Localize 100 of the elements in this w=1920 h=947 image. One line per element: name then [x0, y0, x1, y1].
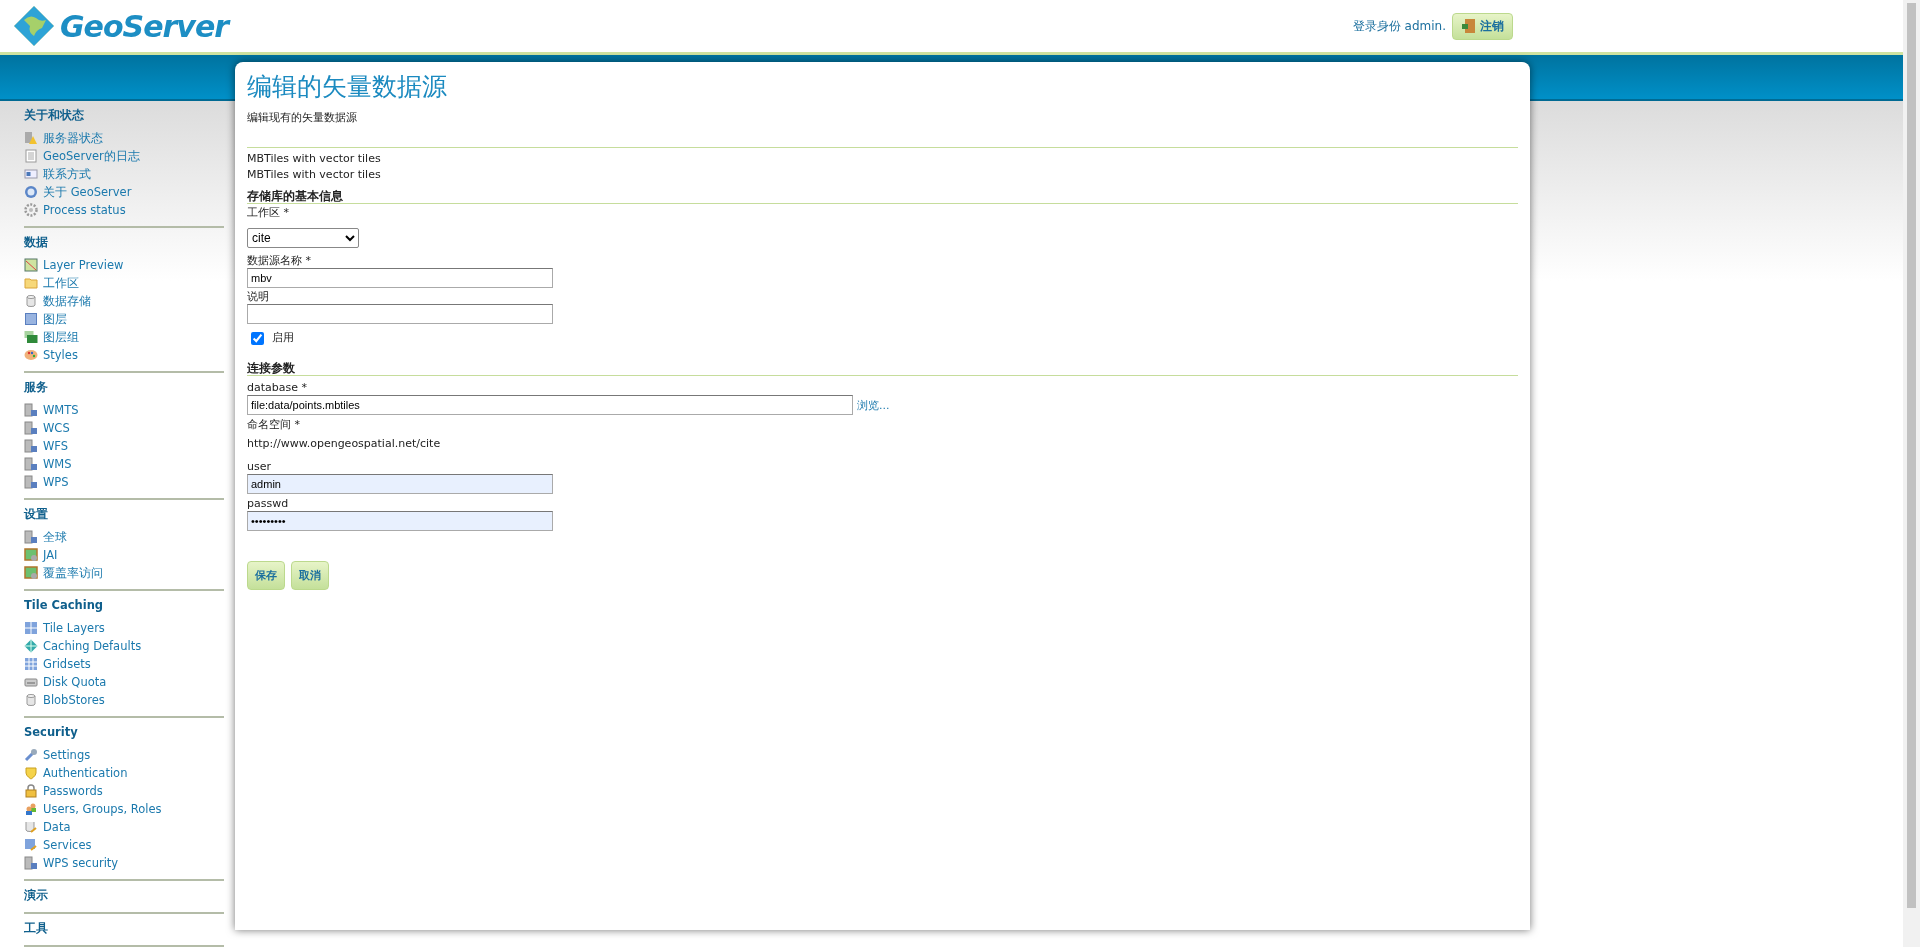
- server-icon: [24, 475, 38, 489]
- sidebar-link[interactable]: Gridsets: [24, 655, 224, 673]
- sidebar-link[interactable]: WPS security: [24, 854, 224, 872]
- field-label: 说明: [247, 290, 270, 304]
- field-label: user: [247, 460, 272, 474]
- map-icon: [24, 258, 38, 272]
- server-icon: [24, 403, 38, 417]
- server-icon: [24, 421, 38, 435]
- save-button[interactable]: 保存: [247, 561, 285, 590]
- sidebar-link[interactable]: 图层组: [24, 328, 224, 346]
- sidebar-link[interactable]: GeoServer的日志: [24, 147, 224, 165]
- sidebar-heading: 工具: [24, 920, 49, 936]
- sidebar-heading: 关于和状态: [24, 107, 85, 123]
- name-input[interactable]: mbv: [247, 268, 553, 288]
- sidebar-heading: Tile Caching: [24, 597, 105, 613]
- sidebar-link[interactable]: 图层: [24, 310, 224, 328]
- sidebar-link[interactable]: Styles: [24, 346, 224, 364]
- sidebar-link[interactable]: WPS: [24, 473, 224, 491]
- server-icon: [24, 439, 38, 453]
- users-icon: [24, 802, 38, 816]
- page-title: 编辑的矢量数据源: [247, 71, 448, 103]
- sidebar-link[interactable]: 联系方式: [24, 165, 224, 183]
- contact-card-icon: [24, 167, 38, 181]
- sidebar-link[interactable]: BlobStores: [24, 691, 224, 709]
- server-icon: [24, 856, 38, 870]
- layers-icon: [24, 330, 38, 344]
- store-type: MBTiles with vector tiles: [247, 151, 382, 167]
- help-icon: [24, 185, 38, 199]
- page-description: 编辑现有的矢量数据源: [247, 110, 358, 125]
- sidebar-heading: 服务: [24, 379, 49, 395]
- document-icon: [24, 149, 38, 163]
- sidebar-link[interactable]: 数据存储: [24, 292, 224, 310]
- picture-icon: [24, 548, 38, 562]
- browse-link[interactable]: 浏览...: [857, 397, 890, 413]
- server-icon: [24, 530, 38, 544]
- field-label: passwd: [247, 497, 290, 511]
- server-icon: [24, 457, 38, 471]
- scrollbar-thumb[interactable]: [1907, 3, 1916, 908]
- cylinder-icon: [24, 294, 38, 308]
- lock-icon: [24, 784, 38, 798]
- shield-icon: [24, 766, 38, 780]
- sidebar-link[interactable]: WMS: [24, 455, 224, 473]
- sidebar-link[interactable]: Authentication: [24, 764, 224, 782]
- sidebar-link[interactable]: 服务器状态: [24, 129, 224, 147]
- folder-icon: [24, 276, 38, 290]
- picture-icon: [24, 566, 38, 580]
- palette-icon: [24, 348, 38, 362]
- field-label: 工作区 *: [247, 206, 290, 220]
- sidebar-link[interactable]: Data: [24, 818, 224, 836]
- sidebar-heading: 数据: [24, 234, 49, 250]
- grid-icon: [24, 657, 38, 671]
- sidebar-link[interactable]: Disk Quota: [24, 673, 224, 691]
- sidebar-heading: Security: [24, 724, 79, 740]
- cylinder-icon: [24, 693, 38, 707]
- sidebar-link[interactable]: 覆盖率访问: [24, 564, 224, 582]
- sidebar-link[interactable]: WFS: [24, 437, 224, 455]
- text-input[interactable]: admin: [247, 474, 553, 494]
- server-warning-icon: [24, 131, 38, 145]
- globe-logo-icon: [12, 4, 56, 48]
- section-heading: 连接参数: [247, 361, 1518, 376]
- section-heading: 存储库的基本信息: [247, 189, 1518, 204]
- square-icon: [24, 312, 38, 326]
- file-path-input[interactable]: file:data/points.mbtiles: [247, 395, 853, 415]
- cylinder-key-icon: [24, 820, 38, 834]
- cancel-button[interactable]: 取消: [291, 561, 329, 590]
- sidebar-link[interactable]: WCS: [24, 419, 224, 437]
- sidebar-link[interactable]: Passwords: [24, 782, 224, 800]
- disk-drive-icon: [24, 675, 38, 689]
- field-label: 命名空间 *: [247, 418, 301, 432]
- sidebar-link[interactable]: Tile Layers: [24, 619, 224, 637]
- gear-icon: [24, 203, 38, 217]
- square-key-icon: [24, 838, 38, 852]
- sidebar-link[interactable]: Users, Groups, Roles: [24, 800, 224, 818]
- scrollbar[interactable]: [1903, 0, 1920, 947]
- sidebar-link[interactable]: 工作区: [24, 274, 224, 292]
- namespace-value: http://www.opengeospatial.net/cite: [247, 436, 442, 452]
- enabled-checkbox[interactable]: [251, 331, 264, 345]
- sidebar-link[interactable]: JAI: [24, 546, 224, 564]
- sidebar-heading: 设置: [24, 506, 49, 522]
- login-status: 登录身份 admin.: [1352, 17, 1446, 35]
- sidebar-link[interactable]: Caching Defaults: [24, 637, 224, 655]
- sidebar-link[interactable]: Layer Preview: [24, 256, 224, 274]
- store-description: MBTiles with vector tiles: [247, 167, 382, 183]
- checkbox-label: 启用: [272, 331, 294, 345]
- sidebar-heading: 演示: [24, 887, 49, 903]
- description-input[interactable]: [247, 304, 553, 324]
- sidebar-link[interactable]: Process status: [24, 201, 224, 219]
- text-input[interactable]: •••••••••: [247, 511, 553, 531]
- sidebar-link[interactable]: 全球: [24, 528, 224, 546]
- logo-text: GeoServer: [60, 8, 229, 44]
- field-label: database *: [247, 381, 308, 395]
- sidebar-link[interactable]: Settings: [24, 746, 224, 764]
- logout-button[interactable]: 注销: [1452, 12, 1513, 40]
- sidebar-link[interactable]: 关于 GeoServer: [24, 183, 224, 201]
- sidebar-link[interactable]: Services: [24, 836, 224, 854]
- sidebar-link[interactable]: WMTS: [24, 401, 224, 419]
- field-label: 数据源名称 *: [247, 254, 312, 268]
- grid-icon: [24, 621, 38, 635]
- wrench-icon: [24, 748, 38, 762]
- workspace-select[interactable]: cite: [247, 228, 359, 248]
